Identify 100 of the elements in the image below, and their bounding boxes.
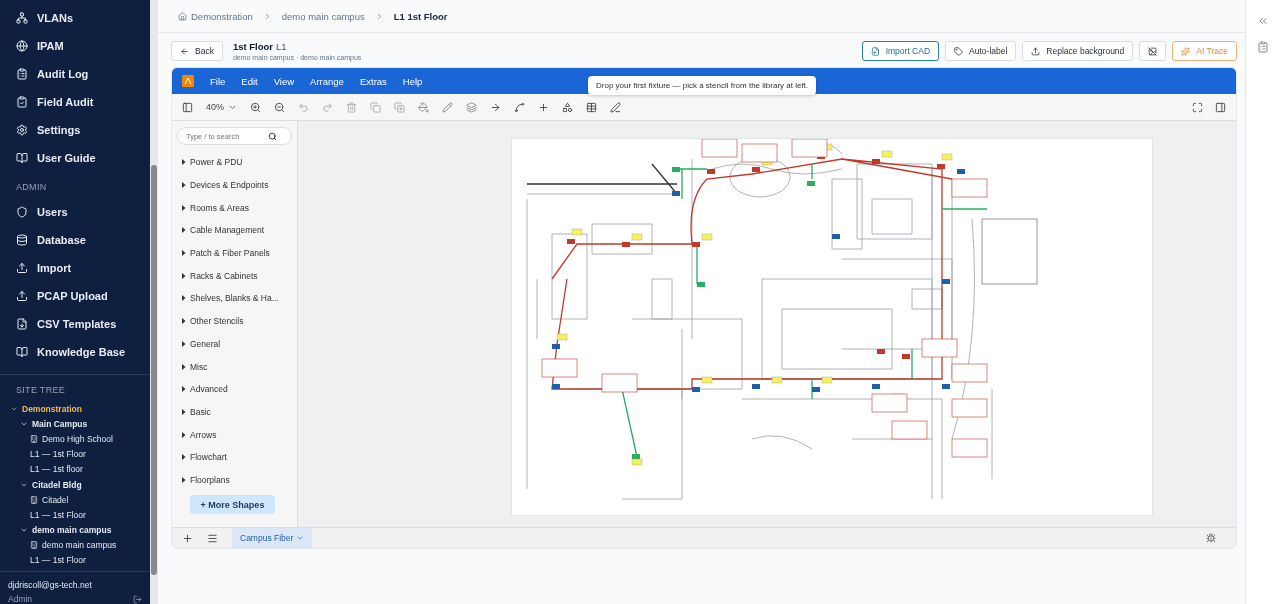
globe-icon (16, 40, 28, 52)
menu-item[interactable]: Extras (359, 75, 387, 87)
caret-icon (181, 408, 186, 415)
caret-icon (181, 318, 186, 325)
menu-item[interactable]: Edit (241, 75, 258, 87)
tree-item[interactable]: demo main campus (0, 522, 150, 538)
caret-icon (181, 295, 186, 302)
zoom-in-icon[interactable] (250, 101, 261, 113)
add-page-icon[interactable] (182, 532, 193, 544)
tree-item[interactable]: L1 — 1st Floor (0, 552, 150, 569)
library-category[interactable]: Other Stencils (177, 309, 292, 333)
tree-item[interactable]: demo main campus (0, 537, 150, 553)
pencil-icon[interactable] (442, 101, 453, 113)
more-shapes-button[interactable]: + More Shapes (190, 495, 275, 515)
arrow-right-icon[interactable] (490, 101, 501, 113)
collapse-icon[interactable] (1257, 15, 1269, 27)
nav-item[interactable]: VLANs (0, 4, 150, 32)
upload-icon (16, 290, 28, 302)
shapes-icon[interactable] (562, 101, 573, 113)
library-category[interactable]: Flowchart (177, 445, 292, 469)
book-icon (16, 346, 28, 358)
nav-item[interactable]: IPAM (0, 32, 150, 60)
library-category[interactable]: Arrows (177, 423, 292, 446)
breadcrumb-link[interactable]: Demonstration (178, 10, 253, 22)
clipboard-icon[interactable] (1257, 41, 1269, 53)
tooltip: Drop your first fixture — pick a stencil from the library at left. (588, 76, 817, 95)
library-category[interactable]: Cable Management (177, 219, 292, 242)
nav-item[interactable]: Settings (0, 116, 150, 144)
zoom-dropdown[interactable]: 40% (206, 102, 237, 112)
logout-icon[interactable] (133, 594, 142, 604)
library-category[interactable]: Basic (177, 400, 292, 424)
user-email: djdriscoll@gs-tech.net (8, 580, 93, 590)
library-category[interactable]: Rooms & Areas (177, 196, 292, 220)
tree-item[interactable]: L1 — 1st floor (0, 461, 150, 477)
menu-icon[interactable] (207, 532, 218, 544)
library-category[interactable]: General (177, 332, 292, 356)
breadcrumb-link[interactable]: L1 1st Floor (393, 10, 448, 22)
panel-toggle-icon[interactable] (1215, 101, 1226, 113)
menu-item[interactable]: View (273, 75, 295, 87)
bug-icon[interactable] (1206, 533, 1216, 543)
scrollbar-thumb[interactable] (151, 165, 157, 575)
action-button[interactable]: Auto-label (945, 41, 1017, 61)
menu-item[interactable]: File (210, 75, 226, 87)
home-icon (178, 11, 187, 21)
caret-icon (181, 250, 186, 257)
menu-item[interactable]: Arrange (310, 75, 344, 87)
page-tab[interactable]: Campus Fiber (232, 528, 313, 548)
action-icon (954, 46, 964, 56)
nav-item[interactable]: Database (0, 226, 150, 254)
library-category[interactable]: Misc (177, 355, 292, 378)
action-button[interactable]: Import CAD (861, 41, 940, 61)
zoom-out-icon[interactable] (274, 101, 285, 113)
caret-icon (181, 204, 186, 211)
tree-item[interactable]: L1 — 1st Floor (0, 446, 150, 462)
building-icon (30, 495, 38, 504)
tree-item[interactable]: Demonstration (0, 401, 150, 417)
tree-item[interactable]: Citadel Bldg (0, 476, 150, 493)
breadcrumb-link[interactable]: demo main campus (281, 10, 365, 22)
plus-icon[interactable] (538, 101, 549, 113)
library-category[interactable]: Devices & Endpoints (177, 173, 292, 197)
building-icon (30, 434, 38, 443)
building-icon (30, 541, 38, 550)
action-button[interactable]: Replace background (1022, 41, 1134, 61)
fullscreen-icon[interactable] (1192, 101, 1203, 113)
library-category[interactable]: Power & PDU (177, 151, 292, 174)
nav-item[interactable]: Audit Log (0, 60, 150, 88)
nav-item[interactable]: User Guide (0, 144, 150, 172)
nav-item[interactable]: Field Audit (0, 88, 150, 116)
fill-icon[interactable] (418, 101, 429, 113)
sidebar-toggle-icon[interactable] (182, 101, 193, 113)
tree-item[interactable]: Citadel (0, 492, 150, 508)
caret-icon (181, 227, 186, 234)
menu-item[interactable]: Help (402, 75, 423, 87)
section-heading: ADMIN (15, 181, 48, 194)
app-logo (182, 75, 194, 87)
nav-item[interactable]: Users (0, 198, 150, 226)
library-category[interactable]: Advanced (177, 377, 292, 401)
hide-background-button[interactable] (1139, 41, 1167, 61)
upload-icon (16, 262, 28, 274)
chevron-icon (296, 534, 305, 542)
library-category[interactable]: Patch & Fiber Panels (177, 241, 292, 265)
table-icon[interactable] (586, 101, 597, 113)
caret-icon (181, 159, 186, 166)
tree-item[interactable]: Demo High School (0, 431, 150, 447)
image-off-icon (1148, 46, 1158, 56)
clipboard-check-icon (16, 96, 28, 108)
library-category[interactable]: Floorplans (177, 468, 292, 492)
back-button[interactable]: Back (171, 41, 223, 61)
tree-item[interactable]: L1 — 1st Floor (0, 507, 150, 523)
library-category[interactable]: Shelves, Blanks & Ha... (177, 287, 292, 310)
tree-item[interactable]: Main Campus (0, 416, 150, 432)
nav-item[interactable]: PCAP Upload (0, 282, 150, 310)
nav-item[interactable]: Knowledge Base (0, 338, 150, 366)
nav-item[interactable]: CSV Templates (0, 310, 150, 338)
nav-item[interactable]: Import (0, 254, 150, 282)
library-category[interactable]: Racks & Cabinets (177, 264, 292, 288)
caret-icon (181, 454, 186, 461)
section-heading: SITE TREE (15, 384, 67, 397)
page-title: 1st Floor L1 (232, 41, 288, 52)
pen-icon[interactable] (610, 101, 621, 113)
